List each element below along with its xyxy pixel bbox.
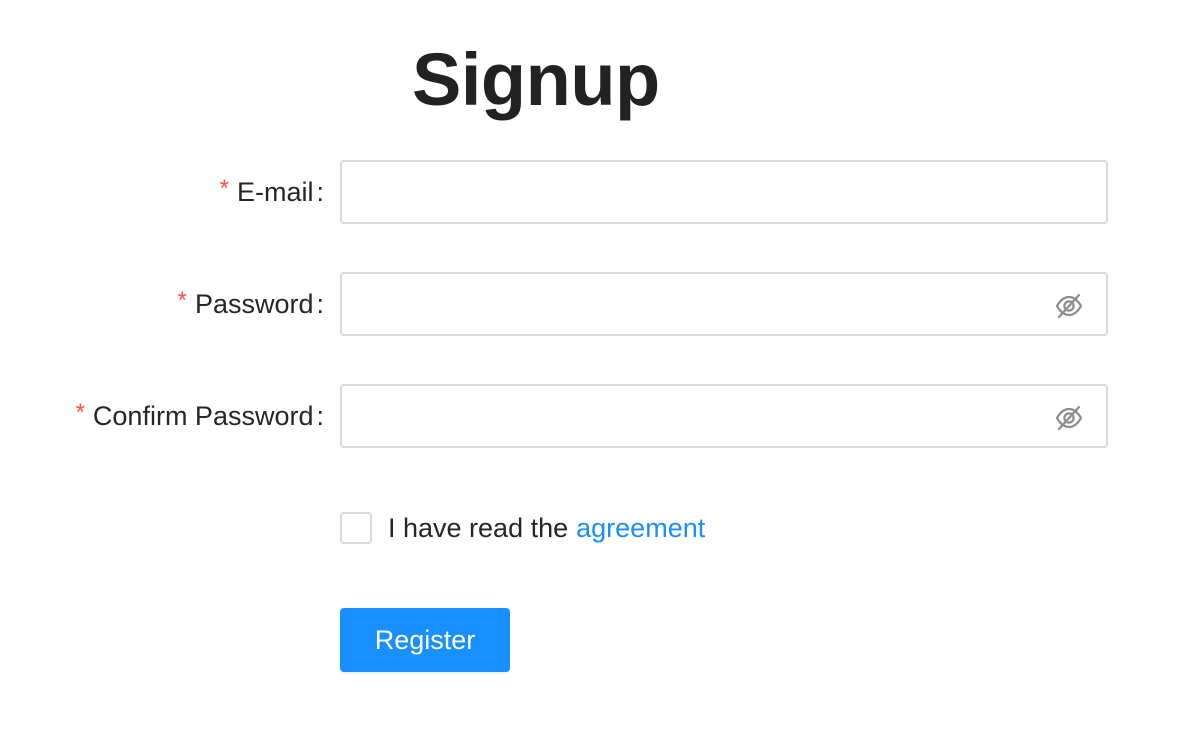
confirm-password-input[interactable] xyxy=(342,386,1106,446)
label-colon: : xyxy=(316,288,324,319)
label-colon: : xyxy=(316,400,324,431)
register-button[interactable]: Register xyxy=(340,608,510,672)
email-label-text: E-mail xyxy=(236,176,314,207)
password-label-text: Password xyxy=(194,288,314,319)
confirm-password-form-item: * Confirm Password : xyxy=(0,384,1198,448)
page-title: Signup xyxy=(412,38,660,121)
password-input[interactable] xyxy=(342,274,1106,334)
agreement-link[interactable]: agreement xyxy=(576,513,705,544)
confirm-password-label-text: Confirm Password xyxy=(92,400,314,431)
email-input-wrapper xyxy=(340,160,1108,224)
password-input-wrapper xyxy=(340,272,1108,336)
agreement-row: I have read the agreement xyxy=(340,511,705,545)
email-form-item: * E-mail : xyxy=(0,160,1198,224)
confirm-password-label: * Confirm Password : xyxy=(76,384,324,448)
required-mark: * xyxy=(177,287,187,314)
eye-invisible-icon[interactable] xyxy=(1054,403,1084,433)
required-mark: * xyxy=(219,175,229,202)
password-label: * Password : xyxy=(178,272,324,336)
required-mark: * xyxy=(75,399,85,426)
label-colon: : xyxy=(316,176,324,207)
confirm-password-input-wrapper xyxy=(340,384,1108,448)
eye-invisible-icon[interactable] xyxy=(1054,291,1084,321)
email-label: * E-mail : xyxy=(220,160,324,224)
email-input[interactable] xyxy=(342,162,1106,222)
agreement-text: I have read the xyxy=(388,512,569,543)
agreement-checkbox[interactable] xyxy=(340,512,372,544)
password-form-item: * Password : xyxy=(0,272,1198,336)
